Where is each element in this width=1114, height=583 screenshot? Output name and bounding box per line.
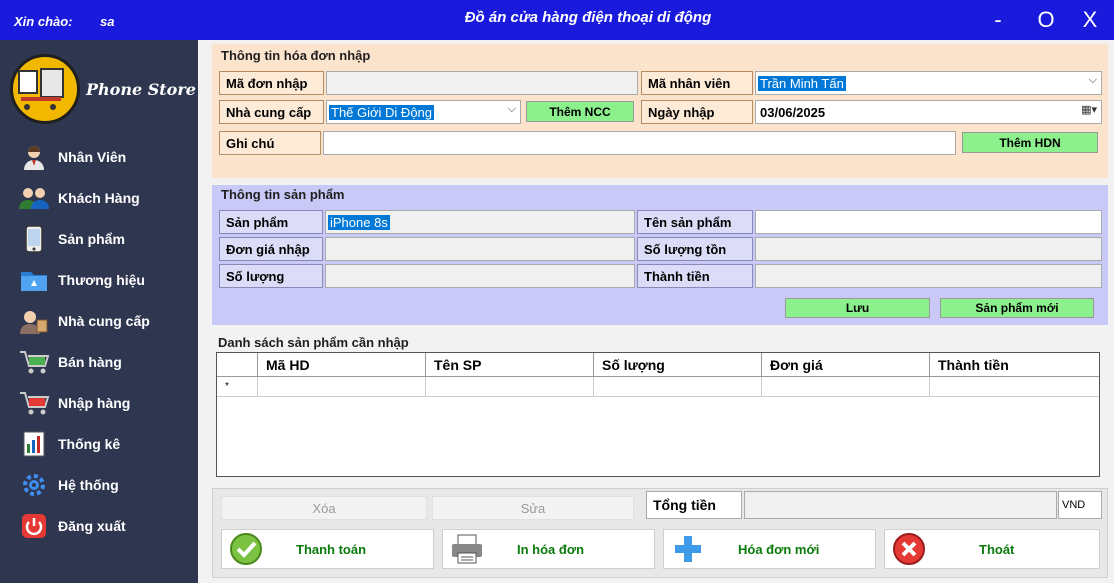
them-ncc-button[interactable]: Thêm NCC [526, 101, 634, 122]
check-icon [228, 531, 264, 567]
chevron-down-icon: ⌵ [1088, 74, 1097, 86]
don-gia-nhap-field[interactable] [325, 237, 635, 261]
logo-icon [10, 54, 80, 124]
phone-icon [18, 225, 50, 253]
ngay-nhap-label: Ngày nhập [641, 100, 753, 124]
ma-don-nhap-field[interactable] [326, 71, 638, 95]
minimize-button[interactable]: - [980, 4, 1016, 36]
supplier-icon [18, 307, 50, 335]
sidebar-item-he-thong[interactable]: Hệ thống [18, 468, 193, 502]
sidebar-item-thuong-hieu[interactable]: Thương hiệu [18, 263, 193, 297]
calendar-icon[interactable]: ▦▾ [1081, 103, 1097, 116]
thanh-tien-field[interactable] [755, 264, 1102, 288]
grid-cell[interactable] [426, 377, 594, 397]
nha-cung-cap-label: Nhà cung cấp [219, 100, 324, 124]
thanh-toan-button[interactable]: Thanh toán [221, 529, 434, 569]
grid-cell[interactable] [258, 377, 426, 397]
logo-text: Phone Store [86, 80, 196, 99]
product-section-title: Thông tin sản phẩm [221, 187, 345, 202]
sua-button[interactable]: Sửa [432, 496, 634, 520]
nha-cung-cap-select[interactable]: Thế Giới Di Động ⌵ [326, 100, 521, 124]
thoat-button[interactable]: Thoát [884, 529, 1100, 569]
report-icon [18, 430, 50, 458]
ma-nhan-vien-select[interactable]: Trần Minh Tấn ⌵ [755, 71, 1102, 95]
column-header[interactable]: Số lượng [594, 353, 762, 377]
ngay-nhap-datepicker[interactable]: 03/06/2025 ▦▾ [755, 100, 1102, 124]
ma-don-nhap-label: Mã đơn nhập [219, 71, 324, 95]
ten-san-pham-field[interactable] [755, 210, 1102, 234]
column-header[interactable]: Tên SP [426, 353, 594, 377]
grid-title: Danh sách sản phẩm cần nhập [218, 335, 409, 350]
invoice-section-title: Thông tin hóa đơn nhập [221, 48, 371, 63]
thanh-tien-label: Thành tiền [637, 264, 753, 288]
don-gia-nhap-label: Đơn giá nhập [219, 237, 323, 261]
ma-nhan-vien-label: Mã nhân viên [641, 71, 753, 95]
window-title: Đồ án cửa hàng điện thoại di động [464, 9, 712, 26]
sidebar-item-ban-hang[interactable]: Bán hàng [18, 345, 193, 379]
column-header[interactable]: Thành tiền [930, 353, 1099, 377]
employee-icon [18, 143, 50, 171]
sidebar-item-khach-hang[interactable]: Khách Hàng [18, 181, 193, 215]
chevron-down-icon: ⌵ [507, 103, 516, 115]
grid-cell[interactable] [594, 377, 762, 397]
luu-button[interactable]: Lưu [785, 298, 930, 318]
so-luong-ton-field[interactable] [755, 237, 1102, 261]
grid-cell[interactable] [930, 377, 1099, 397]
customers-icon [18, 184, 50, 212]
product-grid[interactable]: Mã HD Tên SP Số lượng Đơn giá Thành tiền… [216, 352, 1100, 477]
gear-icon [18, 471, 50, 499]
sidebar-item-nhap-hang[interactable]: Nhập hàng [18, 386, 193, 420]
column-header[interactable]: Đơn giá [762, 353, 930, 377]
cart-icon [18, 348, 50, 376]
sidebar-item-thong-ke[interactable]: Thống kê [18, 427, 193, 461]
grid-cell[interactable] [762, 377, 930, 397]
in-hoa-don-button[interactable]: In hóa đơn [442, 529, 655, 569]
san-pham-field[interactable]: iPhone 8s [325, 210, 635, 234]
new-row-marker: * [217, 377, 258, 397]
power-icon [18, 512, 50, 540]
tong-tien-label: Tổng tiền [646, 491, 742, 519]
ghi-chu-field[interactable] [323, 131, 956, 155]
sidebar-item-nhan-vien[interactable]: Nhân Viên [18, 140, 193, 174]
so-luong-field[interactable] [325, 264, 635, 288]
column-header[interactable]: Mã HD [258, 353, 426, 377]
so-luong-label: Số lượng [219, 264, 323, 288]
xoa-button[interactable]: Xóa [221, 496, 427, 520]
hoa-don-moi-button[interactable]: Hóa đơn mới [663, 529, 876, 569]
plus-icon [670, 531, 706, 567]
folder-icon [18, 266, 50, 294]
printer-icon [449, 531, 485, 567]
exit-icon [891, 531, 927, 567]
row-header-corner [217, 353, 258, 377]
sidebar-item-san-pham[interactable]: Sản phẩm [18, 222, 193, 256]
cart-icon [18, 389, 50, 417]
them-hdn-button[interactable]: Thêm HDN [962, 132, 1098, 153]
san-pham-label: Sản phẩm [219, 210, 323, 234]
sidebar-item-nha-cung-cap[interactable]: Nhà cung cấp [18, 304, 193, 338]
currency-label: VND [1058, 491, 1102, 519]
ghi-chu-label: Ghi chú [219, 131, 321, 155]
ten-san-pham-label: Tên sản phẩm [637, 210, 753, 234]
tong-tien-field[interactable] [744, 491, 1057, 519]
so-luong-ton-label: Số lượng tồn [637, 237, 753, 261]
maximize-button[interactable]: O [1028, 4, 1064, 36]
sidebar-item-dang-xuat[interactable]: Đăng xuất [18, 509, 193, 543]
san-pham-moi-button[interactable]: Sản phẩm mới [940, 298, 1094, 318]
close-button[interactable]: X [1072, 4, 1108, 36]
